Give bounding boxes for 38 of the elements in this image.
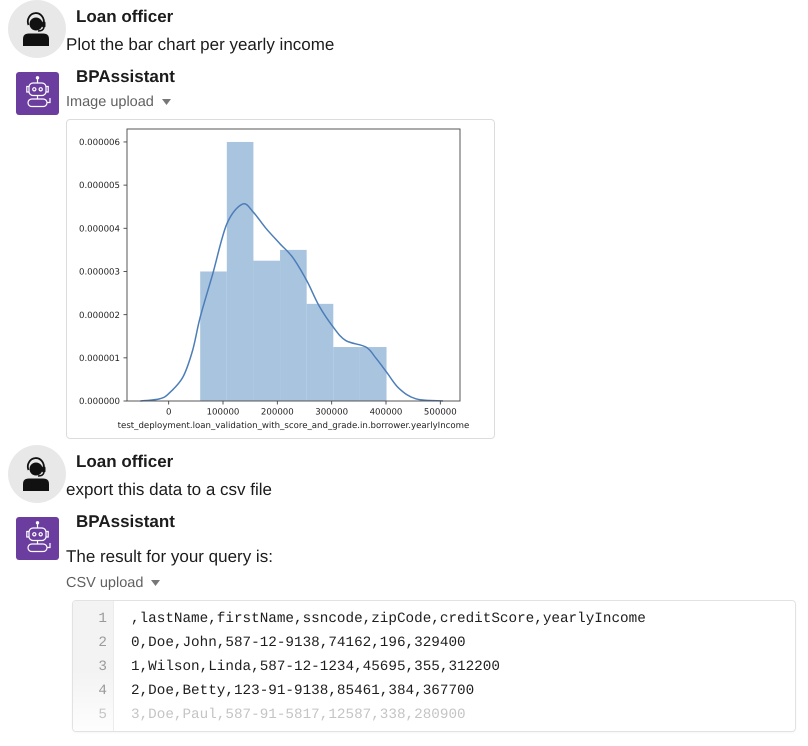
- attachment-toggle[interactable]: CSV upload: [66, 573, 160, 593]
- headset-person-icon: [8, 445, 66, 503]
- code-line: 2,Doe,Betty,123-91-9138,85461,384,367700: [131, 682, 476, 701]
- attachment-toggle[interactable]: Image upload: [66, 92, 171, 112]
- x-axis-label: test_deployment.loan_validation_with_score_and_grade.in.borrower.yearlyIncome: [118, 421, 470, 431]
- code-line: 3,Doe,Paul,587-91-5817,12587,338,280900: [131, 706, 467, 725]
- caret-icon: [151, 580, 160, 586]
- y-tick-label: 0.000004: [78, 224, 120, 234]
- message-text: The result for your query is:: [66, 546, 274, 568]
- x-tick-label: 500000: [424, 408, 457, 418]
- y-tick-label: 0.000002: [78, 310, 120, 321]
- code-line: 1,Wilson,Linda,587-12-1234,45695,355,312200: [131, 658, 501, 677]
- message-text: Plot the bar chart per yearly income: [66, 34, 336, 56]
- line-number: 3: [97, 658, 107, 677]
- headset-person-icon: [8, 0, 66, 58]
- caret-icon: [162, 99, 171, 105]
- x-tick-label: 400000: [370, 408, 402, 418]
- x-tick-label: 200000: [260, 408, 294, 418]
- author-name: Loan officer: [76, 451, 174, 473]
- x-tick-label: 100000: [206, 408, 240, 418]
- line-number: 1: [97, 610, 107, 629]
- line-number: 4: [97, 682, 107, 701]
- x-tick-label: 300000: [315, 408, 348, 418]
- author-name: BPAssistant: [76, 511, 176, 533]
- message-text: export this data to a csv file: [66, 479, 273, 501]
- author-name: Loan officer: [76, 6, 174, 28]
- line-number: 2: [97, 634, 107, 653]
- y-tick-label: 0.000001: [78, 354, 120, 364]
- code-line: 0,Doe,John,587-12-9138,74162,196,329400: [131, 634, 467, 653]
- robot-avatar-icon: [16, 517, 58, 560]
- y-tick-label: 0.000003: [78, 268, 120, 278]
- author-name: BPAssistant: [76, 66, 176, 88]
- code-line: ,lastName,firstName,ssncode,zipCode,creditScore,yearlyIncome: [131, 610, 646, 629]
- x-tick-label: 0: [166, 408, 172, 418]
- y-tick-label: 0.000005: [78, 181, 120, 192]
- y-tick-label: 0.000000: [78, 397, 120, 408]
- robot-avatar-icon: [16, 72, 58, 115]
- y-tick-label: 0.000006: [78, 138, 120, 148]
